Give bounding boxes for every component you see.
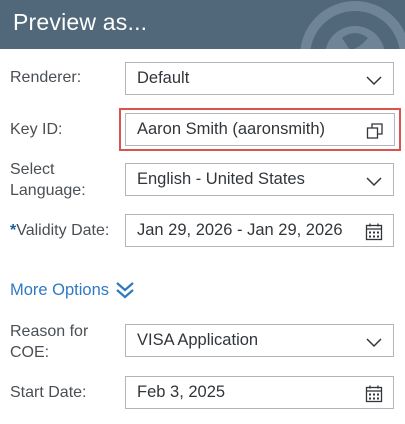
validity-date-label-text: Validity Date: [16,222,110,239]
dialog-header: Preview as... [0,0,405,49]
chevron-down-icon[interactable] [365,172,383,190]
validity-date-value: Jan 29, 2026 - Jan 29, 2026 [137,221,343,239]
reason-select[interactable]: VISA Application [125,324,394,357]
key-id-highlight [119,108,401,151]
start-date-field[interactable]: Feb 3, 2025 [125,376,394,409]
renderer-select[interactable]: Default [125,62,394,95]
language-select[interactable]: English - United States [125,163,394,196]
more-options-link[interactable]: More Options [10,280,135,300]
more-options-label: More Options [10,280,110,299]
watermark-logo-icon [300,1,405,49]
language-label-line1: Select [10,161,55,178]
reason-label-line2: COE: [10,344,50,361]
chevron-down-icon[interactable] [365,333,383,351]
calendar-icon[interactable] [365,223,383,241]
language-value: English - United States [137,170,305,188]
start-date-value: Feb 3, 2025 [137,383,226,401]
renderer-value: Default [137,69,190,87]
calendar-icon[interactable] [365,385,383,403]
chevron-down-icon[interactable] [365,71,383,89]
dialog-title: Preview as... [13,9,148,35]
start-date-label: Start Date: [10,384,87,401]
reason-label-line1: Reason for [10,323,89,340]
double-chevron-down-icon [116,282,134,299]
validity-date-label: *Validity Date: [10,221,109,241]
renderer-label: Renderer: [10,69,82,86]
language-label-line2: Language: [10,182,86,199]
key-id-label: Key ID: [10,121,63,138]
reason-value: VISA Application [137,331,259,349]
validity-date-field[interactable]: Jan 29, 2026 - Jan 29, 2026 [125,214,394,247]
